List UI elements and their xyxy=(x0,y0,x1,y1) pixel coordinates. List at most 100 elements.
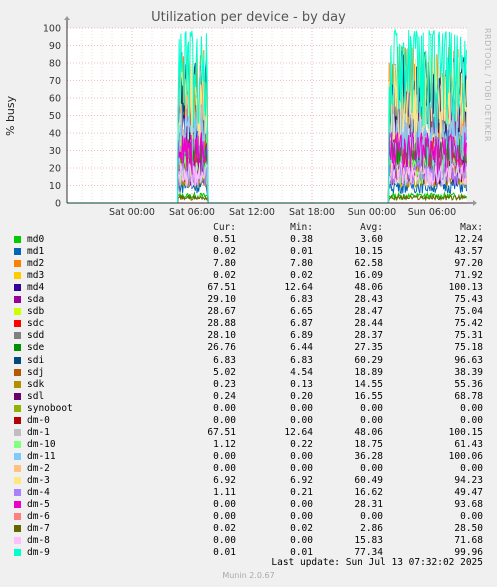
x-tick-label: Sat 12:00 xyxy=(229,207,275,218)
legend-row: sdk 0.23 0.13 14.55 55.36 xyxy=(0,379,497,391)
legend-min-value: 0.38 xyxy=(290,234,313,245)
legend-max-value: 75.04 xyxy=(454,306,483,318)
legend-row: synoboot 0.00 0.00 0.00 0.00 xyxy=(0,403,497,415)
legend-device-name: sdl xyxy=(27,390,45,402)
legend-device-name: md2 xyxy=(27,258,45,270)
legend-swatch xyxy=(14,404,21,412)
legend-min-value: 0.00 xyxy=(290,450,313,462)
legend-avg-value: 18.75 xyxy=(354,438,383,450)
legend-row: sdl 0.24 0.20 16.55 68.78 xyxy=(0,391,497,403)
legend-min-value: 0.02 xyxy=(290,270,313,282)
legend-swatch xyxy=(14,489,21,497)
legend-swatch xyxy=(14,464,21,472)
legend-min-value: 0.00 xyxy=(290,462,313,474)
legend-swatch xyxy=(14,296,21,304)
y-tick-label: 50 xyxy=(49,111,61,122)
legend-swatch xyxy=(14,380,21,388)
legend-device-name: sdk xyxy=(27,378,45,390)
legend-min-value: 0.22 xyxy=(290,438,313,450)
legend-max-value: 0.00 xyxy=(460,462,483,474)
legend-max-value: 68.78 xyxy=(454,390,483,402)
legend-avg-value: 48.06 xyxy=(354,282,383,294)
legend-min-value: 12.64 xyxy=(284,426,313,438)
legend-max-value: 75.42 xyxy=(454,318,483,330)
legend-device-name: md4 xyxy=(27,282,45,294)
last-update: Last update: Sun Jul 13 07:32:02 2025 xyxy=(271,557,483,568)
legend-max-value: 75.18 xyxy=(454,342,483,354)
legend-avg-value: 14.55 xyxy=(354,378,383,390)
legend-max-value: 93.68 xyxy=(454,499,483,511)
legend-cur-value: 6.83 xyxy=(213,354,236,366)
legend-max-value: 43.57 xyxy=(454,246,483,258)
legend-swatch xyxy=(14,392,21,400)
legend-device-name: dm-0 xyxy=(27,414,50,426)
legend-row: md4 67.51 12.64 48.06 100.13 xyxy=(0,282,497,294)
legend-swatch xyxy=(14,248,21,256)
legend-cur-value: 0.24 xyxy=(213,390,236,402)
y-tick-label: 30 xyxy=(49,146,61,157)
legend-swatch xyxy=(14,368,21,376)
legend-row: sda 29.10 6.83 28.43 75.43 xyxy=(0,294,497,306)
legend-row: sde 26.76 6.44 27.35 75.18 xyxy=(0,342,497,354)
legend-swatch xyxy=(14,416,21,424)
legend-max-value: 100.15 xyxy=(448,426,483,438)
legend-avg-value: 0.00 xyxy=(360,462,383,474)
legend-cur-value: 67.51 xyxy=(207,426,236,438)
y-tick-label: 100 xyxy=(43,24,61,35)
legend-max-value: 97.20 xyxy=(454,258,483,270)
legend-row: dm-7 0.02 0.02 2.86 28.50 xyxy=(0,523,497,535)
legend-row: sdd 28.10 6.89 28.37 75.31 xyxy=(0,330,497,342)
y-tick-label: 90 xyxy=(49,41,61,52)
legend-device-name: md0 xyxy=(27,234,45,245)
legend-device-name: md3 xyxy=(27,270,45,282)
legend-avg-value: 36.28 xyxy=(354,450,383,462)
legend-max-value: 49.47 xyxy=(454,487,483,499)
legend-cur-value: 0.02 xyxy=(213,270,236,282)
legend-avg-value: 0.00 xyxy=(360,511,383,523)
legend-header-min: Min: xyxy=(290,222,313,233)
legend-cur-value: 0.00 xyxy=(213,402,236,414)
legend-max-value: 61.43 xyxy=(454,438,483,450)
legend-device-name: sdj xyxy=(27,366,45,378)
y-tick-label: 40 xyxy=(49,129,61,140)
legend-swatch xyxy=(14,477,21,484)
legend-cur-value: 0.00 xyxy=(213,462,236,474)
munin-version-footer: Munin 2.0.67 xyxy=(222,571,275,580)
x-axis-arrow xyxy=(473,200,477,206)
legend-row: sdj 5.02 4.54 18.89 38.39 xyxy=(0,367,497,379)
y-tick-label: 80 xyxy=(49,59,61,70)
legend-cur-value: 0.00 xyxy=(213,535,236,547)
legend-cur-value: 28.67 xyxy=(207,306,236,318)
legend-cur-value: 29.10 xyxy=(207,294,236,306)
legend-min-value: 0.00 xyxy=(290,511,313,523)
legend-swatch xyxy=(14,549,21,557)
legend-device-name: dm-4 xyxy=(27,487,50,499)
legend-min-value: 6.89 xyxy=(290,330,313,342)
legend-swatch xyxy=(14,356,21,364)
legend-device-name: dm-11 xyxy=(27,450,56,462)
legend-min-value: 0.00 xyxy=(290,414,313,426)
legend-cur-value: 67.51 xyxy=(207,282,236,294)
legend-device-name: sdi xyxy=(27,354,45,366)
legend-min-value: 0.21 xyxy=(290,487,313,499)
legend-swatch xyxy=(14,260,21,268)
x-tick-label: Sat 18:00 xyxy=(289,207,335,218)
legend-max-value: 100.06 xyxy=(448,450,483,462)
legend-cur-value: 26.76 xyxy=(207,342,236,354)
legend-avg-value: 16.09 xyxy=(354,270,383,282)
legend-max-value: 75.31 xyxy=(454,330,483,342)
legend-swatch xyxy=(14,236,21,243)
legend-row: dm-5 0.00 0.00 28.31 93.68 xyxy=(0,499,497,511)
legend-min-value: 0.00 xyxy=(290,402,313,414)
legend-cur-value: 0.02 xyxy=(213,523,236,535)
legend-avg-value: 3.60 xyxy=(360,234,383,245)
legend-max-value: 38.39 xyxy=(454,366,483,378)
legend-swatch xyxy=(14,332,21,340)
legend-swatch xyxy=(14,537,21,545)
legend-header-cur: Cur: xyxy=(213,222,236,233)
legend-min-value: 6.44 xyxy=(290,342,313,354)
legend-swatch xyxy=(14,320,21,328)
legend-row: md1 0.02 0.01 10.15 43.57 xyxy=(0,246,497,258)
legend-row: dm-3 6.92 6.92 60.49 94.23 xyxy=(0,475,497,487)
legend-row: md2 7.80 7.80 62.58 97.20 xyxy=(0,258,497,270)
